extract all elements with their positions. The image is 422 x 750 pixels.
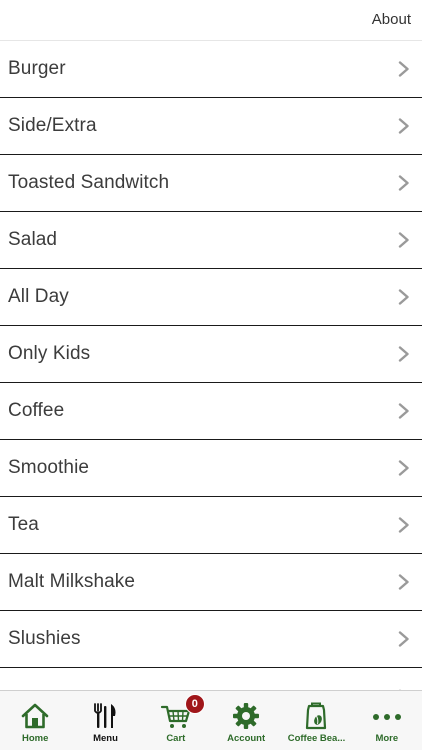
chevron-right-icon <box>398 289 409 305</box>
tab-label: Account <box>227 733 266 744</box>
tab-cart[interactable]: 0 Cart <box>141 691 211 750</box>
menu-item-label: Tea <box>8 514 39 535</box>
menu-item-tea[interactable]: Tea <box>0 497 422 554</box>
menu-item-partially-hidden[interactable] <box>0 668 422 690</box>
chevron-right-icon <box>398 460 409 476</box>
menu-item-label: Burger <box>8 58 66 79</box>
menu-category-list[interactable]: Burger Side/Extra Toasted Sandwitch Sala… <box>0 41 422 690</box>
tab-coffee-beans[interactable]: Coffee Bea... <box>281 691 351 750</box>
menu-item-only-kids[interactable]: Only Kids <box>0 326 422 383</box>
top-bar: About <box>0 0 422 41</box>
menu-item-label: Side/Extra <box>8 115 97 136</box>
menu-item-label: Smoothie <box>8 457 90 478</box>
menu-item-label: Toasted Sandwitch <box>8 172 170 193</box>
menu-item-malt-milkshake[interactable]: Malt Milkshake <box>0 554 422 611</box>
chevron-right-icon <box>398 517 409 533</box>
menu-item-toasted-sandwitch[interactable]: Toasted Sandwitch <box>0 155 422 212</box>
coffee-bag-icon <box>299 701 333 731</box>
tab-menu[interactable]: Menu <box>70 691 140 750</box>
tab-label: Coffee Bea... <box>287 733 346 744</box>
menu-item-label: Salad <box>8 229 58 250</box>
menu-item-label: Only Kids <box>8 343 91 364</box>
chevron-right-icon <box>398 232 409 248</box>
cart-count-badge: 0 <box>184 694 205 714</box>
menu-item-salad[interactable]: Salad <box>0 212 422 269</box>
menu-item-label: Malt Milkshake <box>8 571 136 592</box>
gear-icon <box>229 701 263 731</box>
more-dots-icon <box>370 701 404 731</box>
menu-item-smoothie[interactable]: Smoothie <box>0 440 422 497</box>
menu-item-burger[interactable]: Burger <box>0 41 422 98</box>
menu-item-label: All Day <box>8 286 69 307</box>
chevron-right-icon <box>398 574 409 590</box>
tab-label: Menu <box>93 733 118 744</box>
menu-item-side-extra[interactable]: Side/Extra <box>0 98 422 155</box>
tab-account[interactable]: Account <box>211 691 281 750</box>
about-link[interactable]: About <box>372 11 411 28</box>
menu-item-all-day[interactable]: All Day <box>0 269 422 326</box>
chevron-right-icon <box>398 175 409 191</box>
chevron-right-icon <box>398 61 409 77</box>
tab-label: More <box>375 733 399 744</box>
fork-knife-icon <box>88 701 122 731</box>
chevron-right-icon <box>398 346 409 362</box>
menu-item-label: Coffee <box>8 400 65 421</box>
chevron-right-icon <box>398 631 409 647</box>
bottom-tab-bar: Home Menu 0 Cart Account Coffee Bea... M… <box>0 690 422 750</box>
chevron-right-icon <box>398 403 409 419</box>
tab-home[interactable]: Home <box>0 691 70 750</box>
app-screen: About Burger Side/Extra Toasted Sandwitc… <box>0 0 422 750</box>
tab-more[interactable]: More <box>352 691 422 750</box>
chevron-right-icon <box>398 118 409 134</box>
tab-label: Home <box>21 733 49 744</box>
tab-label: Cart <box>166 733 186 744</box>
menu-item-coffee[interactable]: Coffee <box>0 383 422 440</box>
menu-item-label: Slushies <box>8 628 81 649</box>
home-icon <box>18 701 52 731</box>
menu-item-slushies[interactable]: Slushies <box>0 611 422 668</box>
